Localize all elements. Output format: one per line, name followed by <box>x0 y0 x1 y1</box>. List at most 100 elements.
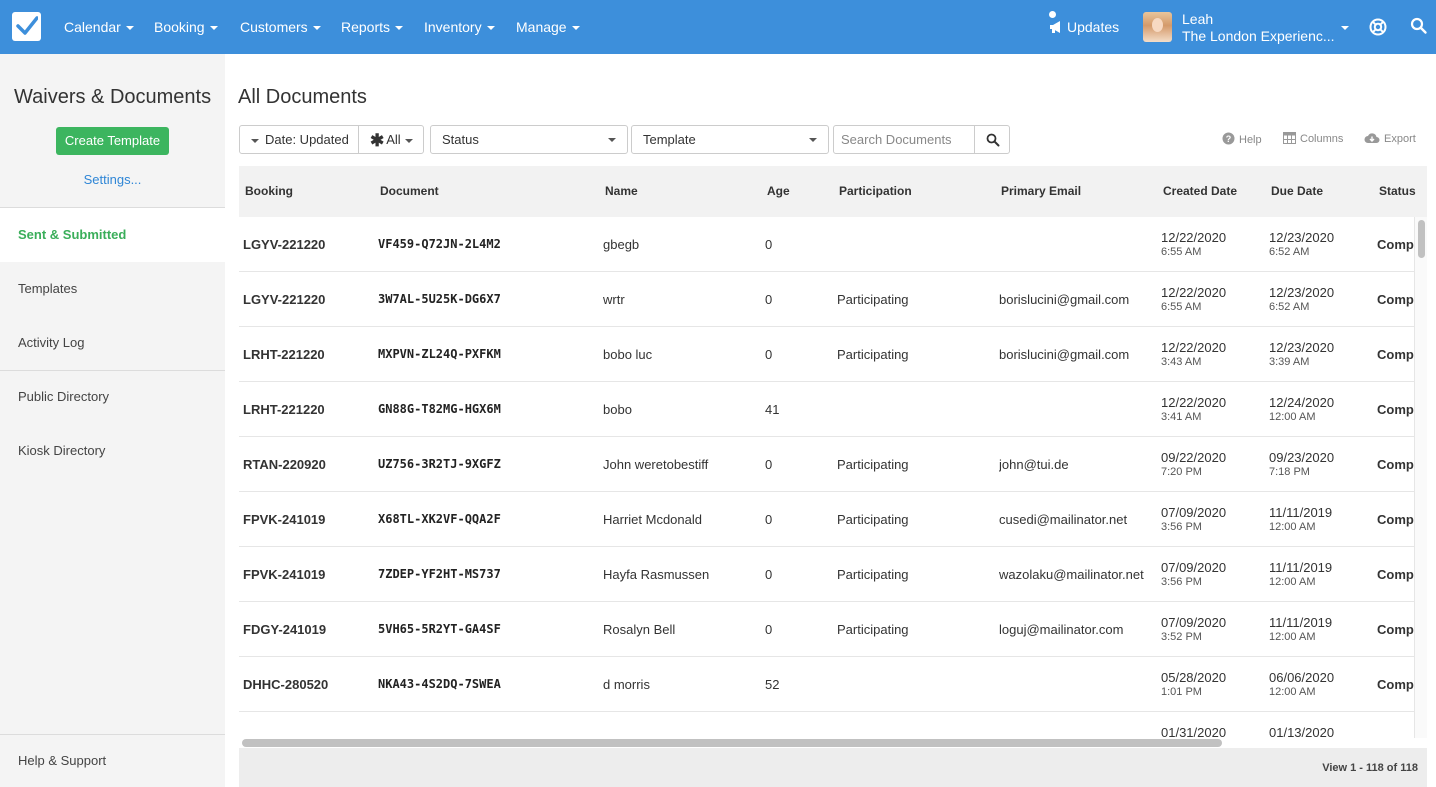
template-select-label: Template <box>643 132 696 147</box>
cell-name: John weretobestiff <box>603 457 709 472</box>
cell-participation <box>837 657 992 712</box>
search-button[interactable] <box>974 125 1010 154</box>
cell-status: Comp <box>1377 347 1414 362</box>
help-label: Help <box>1239 134 1262 146</box>
due-time: 6:52 AM <box>1269 301 1310 313</box>
nav-item-inventory[interactable]: Inventory <box>424 0 495 54</box>
cell-age: 0 <box>765 347 773 362</box>
cloud-download-icon <box>1364 133 1380 143</box>
search-icon[interactable] <box>1410 17 1430 37</box>
nav-item-booking[interactable]: Booking <box>154 0 218 54</box>
table-row[interactable]: LRHT-221220 MXPVN-ZL24Q-PXFKM bobo luc 0 Par… <box>239 327 1414 382</box>
cell-participation: Participating <box>837 622 909 637</box>
table-row[interactable]: LRHT-221220 GN88G-T82MG-HGX6M bobo 41 12/22/… <box>239 382 1414 437</box>
template-select[interactable]: Template <box>631 125 829 154</box>
settings-link[interactable]: Settings... <box>0 172 225 187</box>
cell-booking: FDGY-241019 <box>243 622 327 637</box>
cell-name: wrtr <box>603 292 625 307</box>
column-header-primary-email[interactable]: Primary Email <box>1001 166 1081 217</box>
cell-age: 52 <box>765 677 780 692</box>
due-date: 11/11/2019 <box>1269 560 1333 575</box>
created-time: 3:41 AM <box>1161 411 1202 423</box>
cell-booking: DHHC-280520 <box>243 677 329 692</box>
date-filter-dropdown[interactable]: Date: Updated <box>239 125 359 154</box>
table-footer: View 1 - 118 of 118 <box>239 748 1427 787</box>
cell-name <box>603 712 758 738</box>
sidebar-item-sent-submitted[interactable]: Sent & Submitted <box>0 208 225 262</box>
column-header-due-date[interactable]: Due Date <box>1271 166 1323 217</box>
sidebar-item-kiosk-directory[interactable]: Kiosk Directory <box>0 424 225 478</box>
horizontal-scrollbar[interactable] <box>242 739 1222 747</box>
columns-label: Columns <box>1300 133 1344 145</box>
nav-item-calendar[interactable]: Calendar <box>64 0 134 54</box>
cell-booking: LRHT-221220 <box>243 402 325 417</box>
sidebar-item-public-directory[interactable]: Public Directory <box>0 370 225 424</box>
created-time: 7:20 PM <box>1161 466 1202 478</box>
table-columns-icon <box>1283 132 1296 144</box>
sidebar-item-activity-log[interactable]: Activity Log <box>0 316 225 370</box>
cell-name: bobo luc <box>603 347 653 362</box>
due-date: 11/11/2019 <box>1269 615 1333 630</box>
all-filter-dropdown[interactable]: ✱ All <box>358 125 424 154</box>
sidebar-item-help-support[interactable]: Help & Support <box>0 734 225 787</box>
cell-participation: Participating <box>837 292 909 307</box>
cell-created: 09/22/2020 7:20 PM <box>1161 437 1261 492</box>
sidebar: Waivers & Documents Create Template Sett… <box>0 54 225 787</box>
nav-item-manage[interactable]: Manage <box>516 0 580 54</box>
cell-document: MXPVN-ZL24Q-PXFKM <box>378 347 501 361</box>
cell-status: Comp <box>1377 512 1414 527</box>
created-date: 07/09/2020 <box>1161 560 1227 575</box>
column-header-name[interactable]: Name <box>605 166 638 217</box>
table-row[interactable]: FPVK-241019 X68TL-XK2VF-QQA2F Harriet Mcdo… <box>239 492 1414 547</box>
columns-button[interactable]: Columns <box>1283 132 1343 145</box>
column-header-document[interactable]: Document <box>380 166 439 217</box>
cell-due: 11/11/2019 12:00 AM <box>1269 602 1369 657</box>
due-date: 11/11/2019 <box>1269 505 1333 520</box>
column-header-created-date[interactable]: Created Date <box>1163 166 1237 217</box>
sidebar-item-templates[interactable]: Templates <box>0 262 225 316</box>
table-row[interactable]: FPVK-241019 7ZDEP-YF2HT-MS737 Hayfa Rasmus… <box>239 547 1414 602</box>
status-select[interactable]: Status <box>430 125 628 154</box>
search-documents-input[interactable] <box>833 125 975 154</box>
question-circle-icon: ? <box>1222 132 1235 145</box>
table-row[interactable]: RTAN-220920 UZ756-3R2TJ-9XGFZ John weretob… <box>239 437 1414 492</box>
column-header-booking[interactable]: Booking <box>245 166 293 217</box>
cell-document: 3W7AL-5U25K-DG6X7 <box>378 292 501 306</box>
cell-due: 09/23/2020 7:18 PM <box>1269 437 1369 492</box>
cell-due: 12/24/2020 12:00 AM <box>1269 382 1369 437</box>
updates-button[interactable]: Updates <box>1049 0 1119 54</box>
user-menu[interactable]: Leah The London Experienc... <box>1182 11 1335 45</box>
due-date: 06/06/2020 <box>1269 670 1335 685</box>
export-label: Export <box>1384 133 1416 145</box>
scrollbar-thumb[interactable] <box>1418 220 1425 258</box>
nav-item-customers[interactable]: Customers <box>240 0 321 54</box>
top-navbar: Calendar Booking Customers Reports Inventory… <box>0 0 1436 54</box>
column-header-participation[interactable]: Participation <box>839 166 912 217</box>
app-logo-checkbox-icon[interactable] <box>12 12 41 41</box>
table-row[interactable]: LGYV-221220 3W7AL-5U25K-DG6X7 wrtr 0 Partici… <box>239 272 1414 327</box>
cell-booking: LRHT-221220 <box>243 347 325 362</box>
vertical-scrollbar[interactable] <box>1414 217 1427 738</box>
table-row[interactable]: 01/31/2020 01/13/2020 <box>239 712 1414 739</box>
nav-item-reports[interactable]: Reports <box>341 0 404 54</box>
cell-due: 12/23/2020 6:52 AM <box>1269 217 1369 272</box>
help-button[interactable]: ? Help <box>1222 132 1262 146</box>
table-row[interactable]: DHHC-280520 NKA43-4S2DQ-7SWEA d morris 52 05… <box>239 657 1414 712</box>
user-menu-chevron-down-icon[interactable] <box>1341 26 1349 30</box>
table-row[interactable]: LGYV-221220 VF459-Q72JN-2L4M2 gbegb 0 12/22/… <box>239 217 1414 272</box>
table-row[interactable]: FDGY-241019 5VH65-5R2YT-GA4SF Rosalyn Bell… <box>239 602 1414 657</box>
user-avatar[interactable] <box>1143 12 1172 42</box>
table-header: Booking Document Name Age Participation … <box>239 166 1427 217</box>
due-date: 12/23/2020 <box>1269 340 1335 355</box>
export-button[interactable]: Export <box>1364 132 1416 145</box>
due-date: 01/13/2020 <box>1269 725 1335 739</box>
create-template-button[interactable]: Create Template <box>56 127 169 155</box>
cell-name: Rosalyn Bell <box>603 622 676 637</box>
cell-booking: FPVK-241019 <box>243 567 326 582</box>
lifebuoy-support-icon[interactable] <box>1368 17 1388 37</box>
table-body: LGYV-221220 VF459-Q72JN-2L4M2 gbegb 0 12/22/… <box>239 217 1414 738</box>
cell-status: Comp <box>1377 567 1414 582</box>
column-header-age[interactable]: Age <box>767 166 790 217</box>
cell-age: 0 <box>765 457 773 472</box>
column-header-status[interactable]: Status <box>1379 166 1416 217</box>
